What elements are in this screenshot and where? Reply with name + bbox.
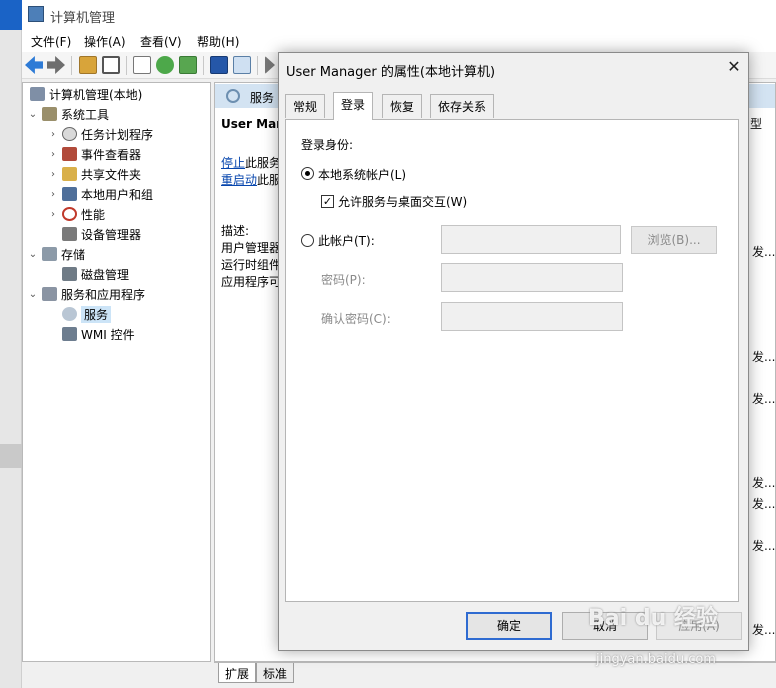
chevron-down-icon[interactable]: ⌄ xyxy=(27,249,39,260)
services-apps-icon xyxy=(42,287,57,301)
event-viewer-icon xyxy=(62,147,77,161)
column-header-fragment: 型 xyxy=(750,117,763,131)
this-account-label: 此帐户(T): xyxy=(318,234,375,248)
startup-type-fragment: 发... xyxy=(752,497,776,511)
ok-button[interactable]: 确定 xyxy=(466,612,552,640)
description-line: 用户管理器 xyxy=(221,241,282,255)
tree-wmi[interactable]: WMI 控件 xyxy=(59,324,135,344)
back-arrow-icon[interactable] xyxy=(25,56,43,74)
baidu-watermark-url: jingyan.baidu.com xyxy=(596,652,716,667)
tab-recovery[interactable]: 恢复 xyxy=(382,94,423,118)
tools-icon xyxy=(42,107,57,121)
password-field[interactable] xyxy=(441,263,623,292)
chevron-down-icon[interactable]: ⌄ xyxy=(27,109,39,120)
wmi-icon xyxy=(62,327,77,341)
tree-services-apps[interactable]: ⌄ 服务和应用程序 xyxy=(27,284,145,304)
menu-file[interactable]: 文件(F) xyxy=(31,33,71,50)
tab-extended[interactable]: 扩展 xyxy=(218,663,257,683)
startup-type-fragment: 发... xyxy=(752,392,776,406)
computer-icon xyxy=(30,87,45,101)
disk-icon xyxy=(62,267,77,281)
export-list-icon[interactable] xyxy=(179,56,197,74)
services-pane-title: 服务 xyxy=(250,91,275,105)
service-name-heading: User Man xyxy=(221,117,285,131)
chevron-right-icon[interactable]: › xyxy=(47,189,59,200)
logon-tab-panel xyxy=(285,119,739,602)
menu-bar: 文件(F) 操作(A) 查看(V) 帮助(H) xyxy=(22,30,776,52)
menu-help[interactable]: 帮助(H) xyxy=(197,33,239,50)
help-icon[interactable] xyxy=(210,56,228,74)
console-tree: 计算机管理(本地) ⌄ 系统工具 › 任务计划程序 › 事件查看器 › 共享文件… xyxy=(22,82,211,662)
clock-icon xyxy=(62,127,77,141)
tree-task-scheduler[interactable]: › 任务计划程序 xyxy=(47,124,153,144)
tree-system-tools[interactable]: ⌄ 系统工具 xyxy=(27,104,109,124)
dialog-title: User Manager 的属性(本地计算机) xyxy=(286,65,496,80)
tab-logon[interactable]: 登录 xyxy=(333,92,374,120)
local-system-label: 本地系统帐户(L) xyxy=(318,168,407,182)
shared-folder-icon xyxy=(62,167,77,181)
restart-link[interactable]: 重启动 xyxy=(221,173,257,187)
chevron-right-icon[interactable]: › xyxy=(47,129,59,140)
local-system-radio[interactable] xyxy=(301,167,314,180)
startup-type-fragment: 发... xyxy=(752,245,776,259)
performance-icon xyxy=(62,207,77,221)
tree-device-manager[interactable]: 设备管理器 xyxy=(59,224,141,244)
refresh-icon[interactable] xyxy=(156,56,174,74)
this-account-radio[interactable] xyxy=(301,234,314,247)
computer-management-icon xyxy=(28,6,44,22)
menu-view[interactable]: 查看(V) xyxy=(140,33,182,50)
confirm-password-field[interactable] xyxy=(441,302,623,331)
restart-service-line: 重启动此服 xyxy=(221,173,282,187)
chevron-right-icon[interactable]: › xyxy=(47,209,59,220)
tree-services[interactable]: 服务 xyxy=(59,304,112,324)
background-window-strip xyxy=(0,0,22,688)
users-icon xyxy=(62,187,77,201)
properties-icon[interactable] xyxy=(133,56,151,74)
browse-button[interactable]: 浏览(B)... xyxy=(631,226,717,254)
window-title: 计算机管理 xyxy=(50,11,116,26)
up-folder-icon[interactable] xyxy=(79,56,97,74)
tab-standard[interactable]: 标准 xyxy=(256,663,295,683)
stop-service-line: 停止此服务 xyxy=(221,156,282,170)
close-icon[interactable]: ✕ xyxy=(726,58,742,76)
allow-desktop-label: 允许服务与桌面交互(W) xyxy=(338,195,468,209)
confirm-password-label: 确认密码(C): xyxy=(321,312,391,326)
startup-type-fragment: 发... xyxy=(752,539,776,553)
show-hide-tree-icon[interactable] xyxy=(102,56,120,74)
logon-as-label: 登录身份: xyxy=(301,138,354,152)
storage-icon xyxy=(42,247,57,261)
tree-storage[interactable]: ⌄ 存储 xyxy=(27,244,85,264)
tree-performance[interactable]: › 性能 xyxy=(47,204,105,224)
menu-action[interactable]: 操作(A) xyxy=(84,33,126,50)
allow-desktop-checkbox[interactable]: ✓ xyxy=(321,195,334,208)
console-icon[interactable] xyxy=(233,56,251,74)
services-gear-icon xyxy=(62,307,77,321)
tab-dependencies[interactable]: 依存关系 xyxy=(430,94,495,118)
forward-arrow-icon[interactable] xyxy=(47,56,65,74)
title-bar xyxy=(22,0,776,30)
chevron-right-icon[interactable]: › xyxy=(47,149,59,160)
device-manager-icon xyxy=(62,227,77,241)
tree-root[interactable]: 计算机管理(本地) xyxy=(27,84,142,104)
tree-shared-folders[interactable]: › 共享文件夹 xyxy=(47,164,141,184)
description-line: 应用程序可 xyxy=(221,275,282,289)
description-line: 运行时组件 xyxy=(221,258,282,272)
chevron-right-icon[interactable]: › xyxy=(47,169,59,180)
description-label: 描述: xyxy=(221,224,250,238)
tree-event-viewer[interactable]: › 事件查看器 xyxy=(47,144,141,164)
account-field[interactable] xyxy=(441,225,621,254)
tab-general[interactable]: 常规 xyxy=(285,94,326,118)
services-search-icon xyxy=(226,89,240,103)
play-icon[interactable] xyxy=(265,56,275,74)
stop-link[interactable]: 停止 xyxy=(221,156,245,170)
startup-type-fragment: 发... xyxy=(752,350,776,364)
chevron-down-icon[interactable]: ⌄ xyxy=(27,289,39,300)
password-label: 密码(P): xyxy=(321,273,366,287)
startup-type-fragment: 发... xyxy=(752,476,776,490)
tree-disk-management[interactable]: 磁盘管理 xyxy=(59,264,129,284)
startup-type-fragment: 发... xyxy=(752,623,776,637)
baidu-watermark-logo: Bai du 经验 xyxy=(588,606,718,631)
tree-local-users[interactable]: › 本地用户和组 xyxy=(47,184,153,204)
